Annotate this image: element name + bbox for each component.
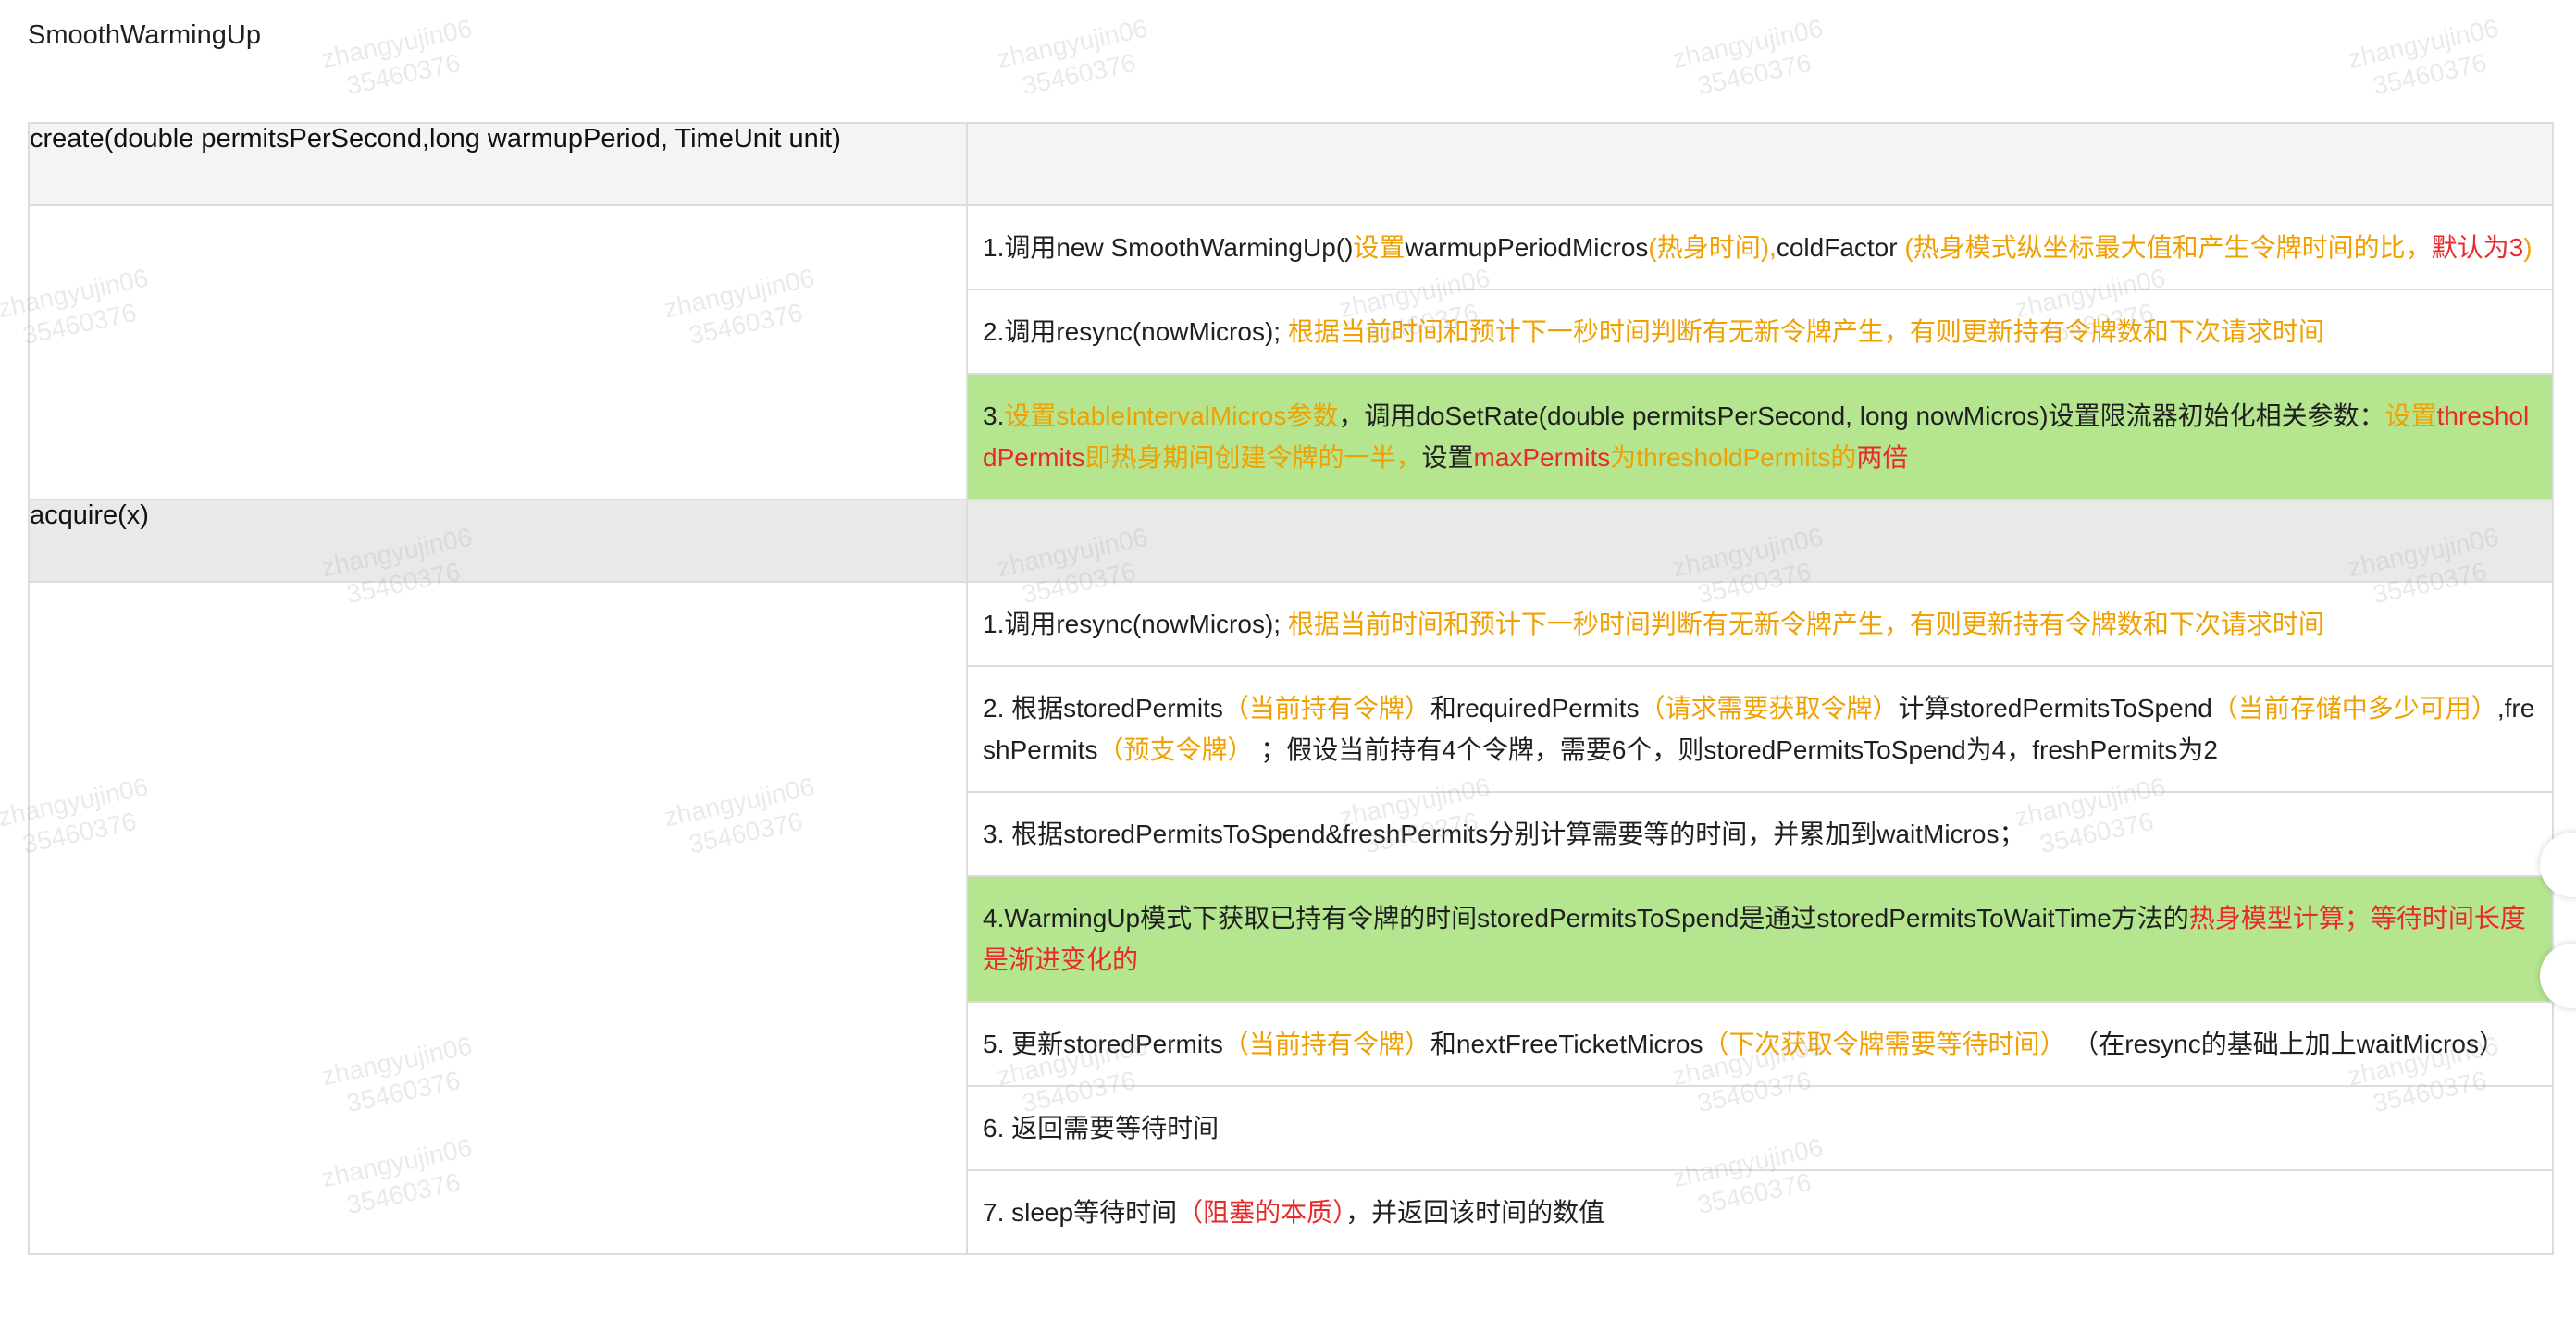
method-table: create(double permitsPerSecond,long warm… (28, 122, 2554, 1255)
step-text-segment: 4.WarmingUp模式下获取已持有令牌的时间storedPermitsToS… (983, 904, 2189, 932)
steps-row-create: 1.调用new SmoothWarmingUp()设置warmupPeriodM… (28, 204, 2554, 500)
step-text-segment: 3. 根据storedPermitsToSpend&freshPermits分别… (983, 820, 2025, 848)
step-text-segment: （阻塞的本质） (1177, 1198, 1346, 1227)
step-text-segment: maxPermits (1473, 443, 1611, 472)
section-row-acquire: acquire(x) (28, 499, 2554, 583)
step-text-segment: 设置stableIntervalMicros参数 (1004, 401, 1339, 430)
step-text-segment: ，调用doSetRate(double permitsPerSecond, lo… (1338, 401, 2385, 430)
watermark-text: zhangyujin06 35460376 (994, 13, 1150, 101)
step-item: 5. 更新storedPermits（当前持有令牌）和nextFreeTicke… (968, 1003, 2552, 1087)
step-text-segment: ，并返回该时间的数值 (1345, 1198, 1605, 1227)
steps-cell-create: 1.调用new SmoothWarmingUp()设置warmupPeriodM… (966, 204, 2554, 500)
step-text-segment: （预支令牌） (1097, 735, 1254, 764)
step-text-segment: (热身时间), (1648, 233, 1777, 262)
step-text-segment: 根据当前时间和预计下一秒时间判断有无新令牌产生，有则更新持有令牌数和下次请求时间 (1287, 317, 2324, 346)
step-text-segment: 设置 (1421, 443, 1474, 472)
step-text-segment: 1.调用resync(nowMicros); (983, 610, 1288, 638)
watermark-text: zhangyujin06 35460376 (2345, 13, 2501, 101)
watermark-text: zhangyujin06 35460376 (318, 13, 475, 101)
step-text-segment: ；假设当前持有4个令牌，需要6个，则storedPermitsToSpend为4… (1253, 735, 2218, 764)
step-text-segment: warmupPeriodMicros (1405, 233, 1649, 262)
step-text-segment: （下次获取令牌需要等待时间） (1703, 1030, 2066, 1058)
step-text-segment: 设置 (1353, 233, 1406, 262)
step-text-segment: 1.调用new SmoothWarmingUp() (983, 233, 1354, 262)
step-text-segment: 根据当前时间和预计下一秒时间判断有无新令牌产生，有则更新持有令牌数和下次请求时间 (1287, 610, 2324, 638)
step-text-segment: 6. 返回需要等待时间 (983, 1114, 1220, 1142)
step-item: 3. 根据storedPermitsToSpend&freshPermits分别… (968, 793, 2552, 877)
step-text-segment: 两倍 (1856, 443, 1909, 472)
watermark-text: zhangyujin06 35460376 (1669, 13, 1826, 101)
step-text-segment: 2.调用resync(nowMicros); (983, 317, 1288, 346)
step-item: 4.WarmingUp模式下获取已持有令牌的时间storedPermitsToS… (968, 877, 2552, 1003)
step-item: 7. sleep等待时间（阻塞的本质），并返回该时间的数值 (968, 1171, 2552, 1253)
step-text-segment: 计算storedPermitsToSpend (1898, 694, 2212, 722)
step-text-segment: 7. sleep等待时间 (983, 1198, 1178, 1227)
step-text-segment: （在resync的基础上加上waitMicros） (2065, 1030, 2505, 1058)
section-header-acquire: acquire(x) (28, 499, 968, 583)
step-text-segment: 3. (983, 401, 1005, 430)
section-header-create: create(double permitsPerSecond,long warm… (28, 122, 968, 206)
step-text-segment: 默认为3 (2431, 233, 2524, 262)
step-item: 3.设置stableIntervalMicros参数，调用doSetRate(d… (968, 375, 2552, 499)
step-text-segment: 5. 更新storedPermits (983, 1030, 1223, 1058)
steps-row-acquire: 1.调用resync(nowMicros); 根据当前时间和预计下一秒时间判断有… (28, 581, 2554, 1255)
step-item: 6. 返回需要等待时间 (968, 1087, 2552, 1171)
step-text-segment: 即热身期间创建令牌的一半， (1084, 443, 1422, 472)
step-item: 1.调用resync(nowMicros); 根据当前时间和预计下一秒时间判断有… (968, 583, 2552, 667)
step-text-segment: 和nextFreeTicketMicros (1430, 1030, 1703, 1058)
step-text-segment: （请求需要获取令牌） (1639, 694, 1899, 722)
step-list-acquire: 1.调用resync(nowMicros); 根据当前时间和预计下一秒时间判断有… (968, 583, 2552, 1253)
step-item: 2.调用resync(nowMicros); 根据当前时间和预计下一秒时间判断有… (968, 290, 2552, 375)
step-text-segment: （当前持有令牌） (1222, 694, 1430, 722)
step-text-segment: （当前持有令牌） (1222, 1030, 1430, 1058)
step-item: 2. 根据storedPermits（当前持有令牌）和requiredPermi… (968, 667, 2552, 793)
step-text-segment: ) (2523, 233, 2533, 262)
step-text-segment: coldFactor (1776, 233, 1905, 262)
step-item: 1.调用new SmoothWarmingUp()设置warmupPeriodM… (968, 206, 2552, 290)
section-row-create: create(double permitsPerSecond,long warm… (28, 122, 2554, 206)
step-text-segment: 设置 (2384, 401, 2437, 430)
step-text-segment: 2. 根据storedPermits (983, 694, 1223, 722)
page-title: SmoothWarmingUp (28, 20, 261, 50)
step-text-segment: （当前存储中多少可用） (2211, 694, 2497, 722)
section-header-right-create (966, 122, 2554, 206)
step-text-segment: 为thresholdPermits的 (1610, 443, 1857, 472)
step-text-segment: 和requiredPermits (1430, 694, 1640, 722)
steps-left-acquire (28, 581, 968, 1255)
step-text-segment: (热身模式纵坐标最大值和产生令牌时间的比， (1904, 233, 2432, 262)
section-header-right-acquire (966, 499, 2554, 583)
step-list-create: 1.调用new SmoothWarmingUp()设置warmupPeriodM… (968, 206, 2552, 499)
steps-cell-acquire: 1.调用resync(nowMicros); 根据当前时间和预计下一秒时间判断有… (966, 581, 2554, 1255)
steps-left-create (28, 204, 968, 500)
